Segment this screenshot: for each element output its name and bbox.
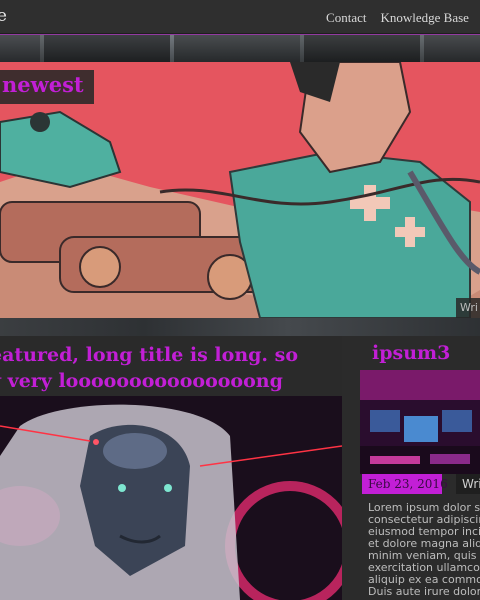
excerpt-line: Duis aute irure dolor [368,585,480,598]
hero-featured-post[interactable]: 200.0 newest Wri [0,62,480,318]
featured-post-image [0,396,342,600]
hero-category-tag[interactable]: newest [0,70,94,104]
featured-post-title-line: y very looooooooooooooong [0,370,283,392]
nav-link-knowledge-base[interactable]: Knowledge Base [380,10,468,26]
hero-author-credit[interactable]: Wri [456,298,480,318]
nav-link-contact[interactable]: Contact [326,10,366,26]
main-nav: Contact Knowledge Base s [326,10,480,26]
featured-post-title-line: eatured, long title is long. so [0,344,299,366]
top-navigation-bar: be Contact Knowledge Base s [0,0,480,34]
post-author-credit[interactable]: Wri [456,474,480,494]
section-divider-band [0,318,480,336]
header-decor-shading [0,34,480,62]
post-title[interactable]: ipsum3 [372,342,450,364]
featured-post-title[interactable]: eatured, long title is long. so y very l… [0,342,330,394]
post-excerpt: Lorem ipsum dolor sit consectetur adipis… [368,502,480,598]
featured-post-card[interactable]: eatured, long title is long. so y very l… [0,336,342,600]
post-image [360,370,480,474]
site-title[interactable]: be [0,6,7,26]
post-date-badge: Feb 23, 2016 [362,474,448,494]
